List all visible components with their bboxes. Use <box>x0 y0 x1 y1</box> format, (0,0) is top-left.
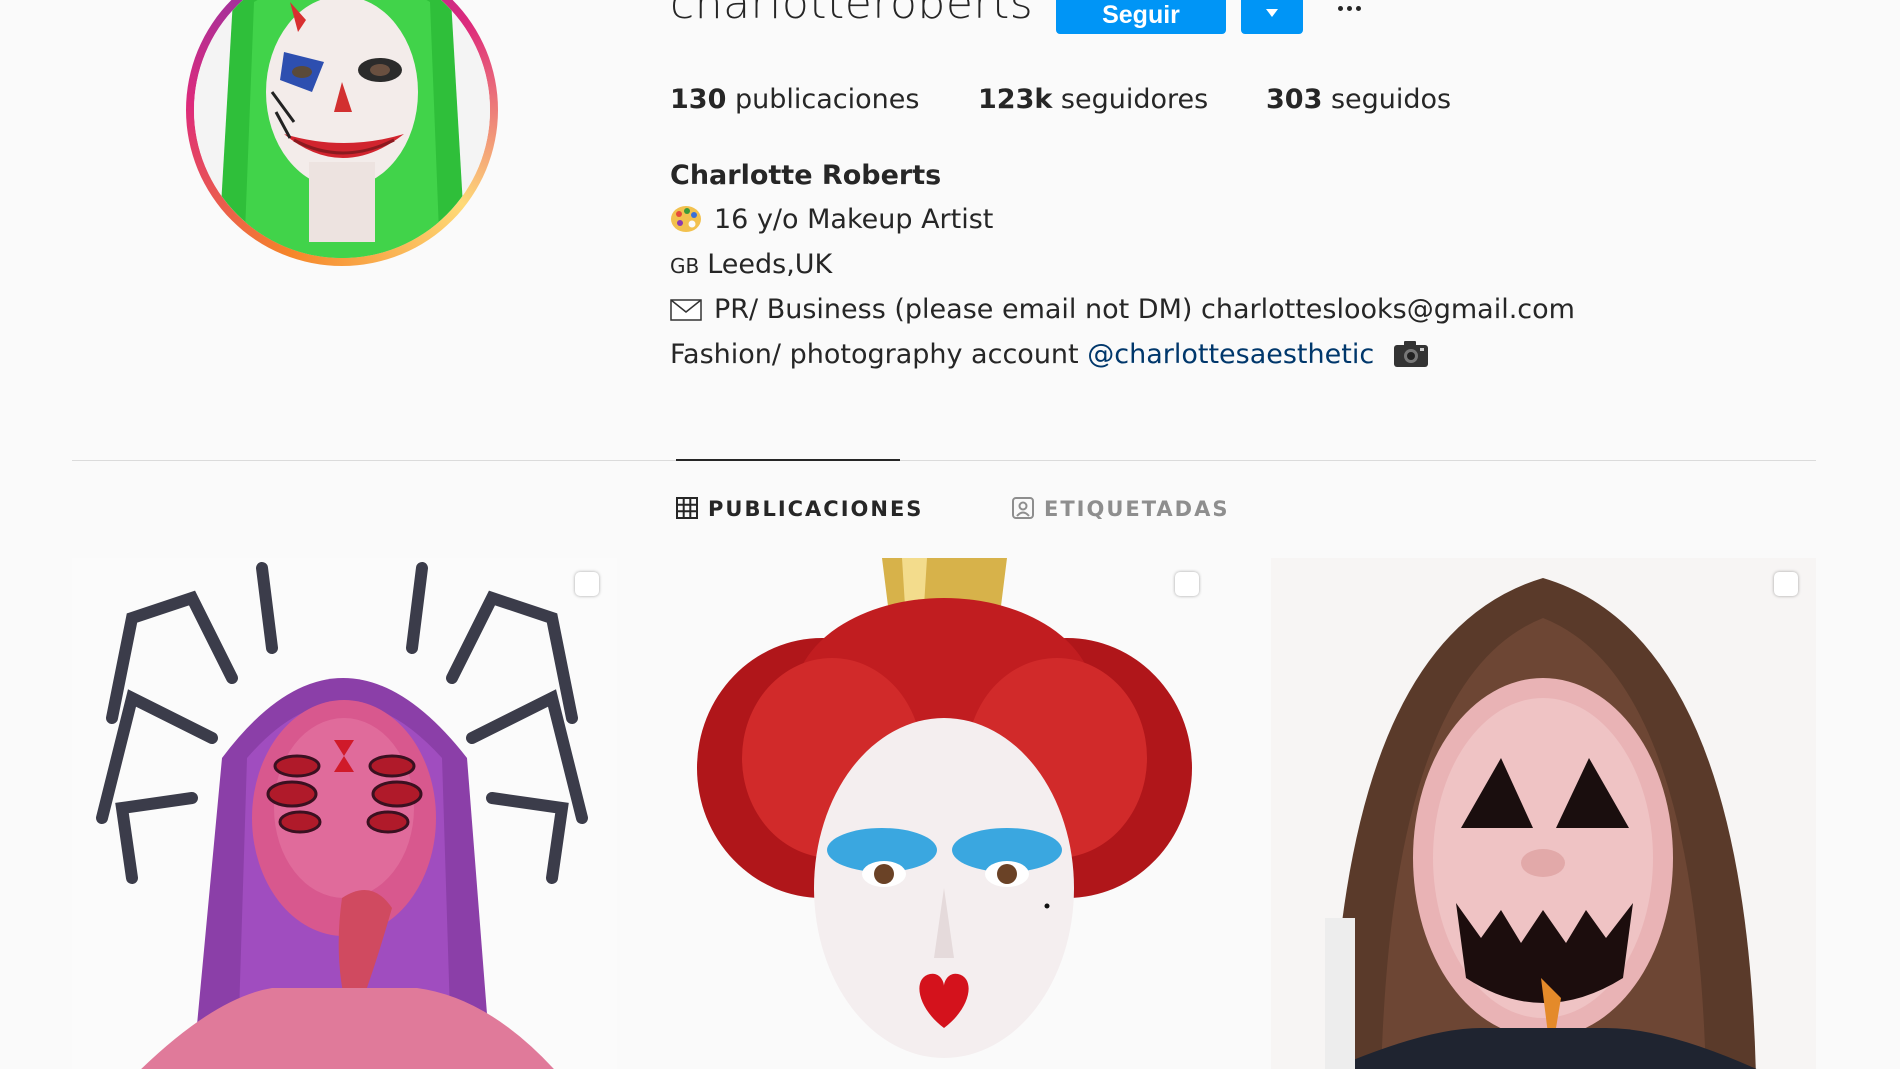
bio-line-fashion: Fashion/ photography account @charlottes… <box>670 339 1429 370</box>
profile-full-name: Charlotte Roberts <box>670 160 942 191</box>
tab-posts-label: PUBLICACIONES <box>708 497 924 521</box>
profile-username: charlotteroberts <box>670 0 1034 29</box>
grid-icon <box>676 497 698 519</box>
bio-age-text: 16 y/o Makeup Artist <box>714 204 994 235</box>
multiple-photos-icon <box>575 572 599 596</box>
following-label: seguidos <box>1330 84 1452 115</box>
follow-button[interactable]: Seguir <box>1056 0 1226 34</box>
tab-tagged[interactable]: ETIQUETADAS <box>1012 497 1230 521</box>
followers-stat[interactable]: 123k seguidores <box>978 84 1208 115</box>
followers-label: seguidores <box>1060 84 1209 115</box>
tagged-person-icon <box>1012 497 1034 519</box>
bio-fashion-text: Fashion/ photography account <box>670 339 1079 370</box>
tab-tagged-label: ETIQUETADAS <box>1044 497 1230 521</box>
posts-label: publicaciones <box>734 84 920 115</box>
bio-line-age: 16 y/o Makeup Artist <box>670 204 993 235</box>
multiple-photos-icon <box>1774 572 1798 596</box>
bio-line-business: PR/ Business (please email not DM) charl… <box>670 294 1575 325</box>
profile-avatar[interactable] <box>194 0 490 258</box>
multiple-photos-icon <box>1175 572 1199 596</box>
suggested-accounts-button[interactable] <box>1241 0 1303 34</box>
bio-mention-link[interactable]: @charlottesaesthetic <box>1087 339 1374 370</box>
post-thumbnail-pumpkin[interactable] <box>1271 558 1816 1069</box>
active-tab-indicator <box>676 459 900 461</box>
followers-count: 123k <box>978 84 1053 115</box>
posts-count: 130 <box>670 84 727 115</box>
more-options-icon <box>1338 6 1343 11</box>
gb-flag-icon: GB <box>670 254 700 278</box>
chevron-down-icon <box>1266 9 1278 17</box>
profile-page: charlotteroberts Seguir 130 publicacione… <box>0 0 1900 1069</box>
post-thumbnail-spider[interactable] <box>72 558 617 1069</box>
more-options-button[interactable] <box>1330 0 1370 26</box>
tabs-divider <box>72 460 1816 461</box>
envelope-icon <box>670 299 702 321</box>
post-thumbnail-queen-of-hearts[interactable] <box>672 558 1217 1069</box>
palette-emoji-icon <box>671 206 701 232</box>
bio-line-location: GB Leeds,UK <box>670 249 832 280</box>
following-stat[interactable]: 303 seguidos <box>1266 84 1451 115</box>
camera-icon <box>1393 341 1428 367</box>
posts-count-stat: 130 publicaciones <box>670 84 919 115</box>
following-count: 303 <box>1266 84 1323 115</box>
bio-business-text: PR/ Business (please email not DM) charl… <box>714 294 1575 325</box>
bio-location-text: Leeds,UK <box>707 249 833 280</box>
profile-avatar-ring[interactable] <box>186 0 498 266</box>
tab-posts[interactable]: PUBLICACIONES <box>676 497 923 521</box>
